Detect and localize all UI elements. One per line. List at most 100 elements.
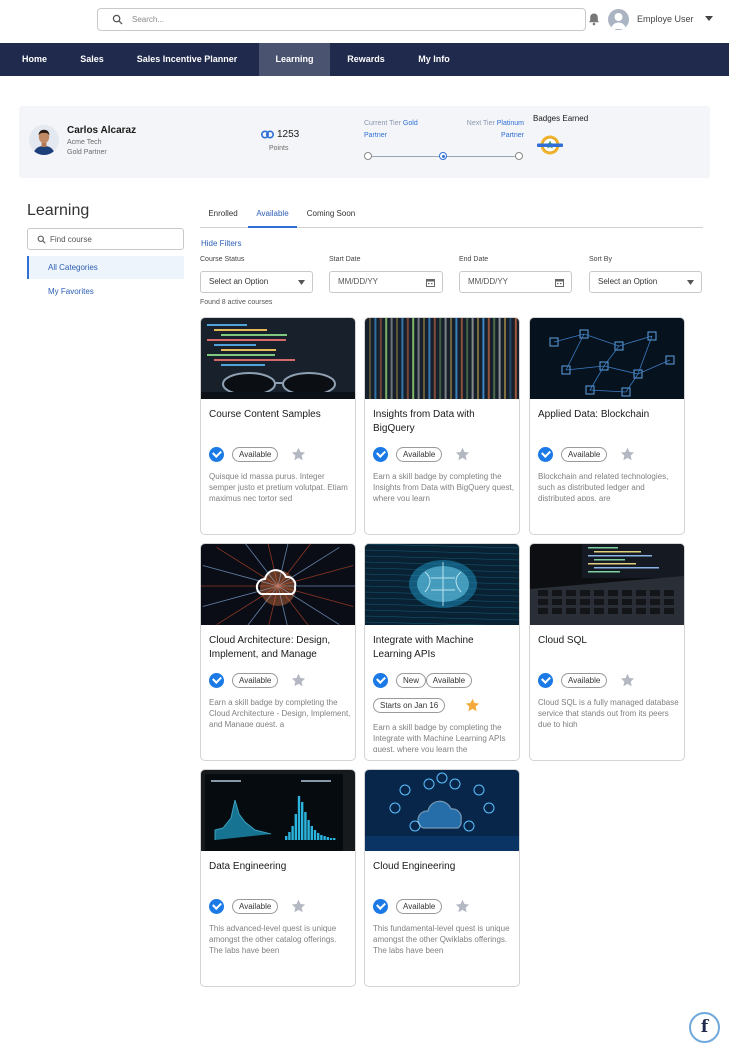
course-status-select[interactable]: Select an Option bbox=[200, 271, 313, 293]
nav-sales[interactable]: Sales bbox=[69, 43, 115, 76]
course-status-value: Select an Option bbox=[209, 277, 269, 286]
course-description: Earn a skill badge by completing the Int… bbox=[373, 723, 506, 752]
profile-summary: Carlos Alcaraz Acme Tech Gold Partner 12… bbox=[19, 106, 710, 178]
points-icon bbox=[261, 130, 274, 139]
course-title[interactable]: Integrate with Machine Learning APIs bbox=[373, 634, 513, 662]
course-image bbox=[365, 544, 519, 625]
course-description: Earn a skill badge by completing the Ins… bbox=[373, 472, 514, 501]
course-card[interactable]: Cloud Engineering Available This fundament… bbox=[364, 769, 520, 987]
nav-home[interactable]: Home bbox=[0, 43, 69, 76]
check-circle-icon bbox=[209, 899, 224, 914]
favorite-star-icon[interactable] bbox=[465, 698, 480, 713]
course-description: Earn a skill badge by completing the Clo… bbox=[209, 698, 351, 727]
check-circle-icon bbox=[373, 447, 388, 462]
calendar-icon[interactable] bbox=[426, 278, 435, 287]
tab-coming-soon[interactable]: Coming Soon bbox=[300, 205, 362, 228]
points-value: 1253 bbox=[277, 129, 300, 140]
course-image bbox=[365, 770, 519, 851]
tier-step-start bbox=[364, 152, 372, 160]
current-tier-label: Current Tier bbox=[364, 120, 401, 127]
start-date-label: Start Date bbox=[329, 256, 361, 263]
favorite-star-icon[interactable] bbox=[291, 447, 306, 462]
course-status-row: New Available bbox=[373, 673, 515, 689]
nav-my-info[interactable]: My Info bbox=[402, 43, 466, 76]
favorite-star-icon[interactable] bbox=[455, 447, 470, 462]
course-search-input[interactable] bbox=[50, 232, 180, 246]
check-circle-icon bbox=[373, 899, 388, 914]
main-nav: Home Sales Sales Incentive Planner Learn… bbox=[0, 43, 729, 76]
tier-step-next bbox=[515, 152, 523, 160]
user-name[interactable]: Employe User bbox=[637, 14, 694, 24]
check-circle-icon bbox=[209, 673, 224, 688]
course-card[interactable]: Applied Data: Blockchain Available Blockch… bbox=[529, 317, 685, 535]
course-card[interactable]: Integrate with Machine Learning APIs New A… bbox=[364, 543, 520, 761]
course-image bbox=[530, 544, 684, 625]
sort-by-value: Select an Option bbox=[598, 277, 658, 286]
calendar-icon[interactable] bbox=[555, 278, 564, 287]
course-title[interactable]: Cloud Architecture: Design, Implement, a… bbox=[209, 634, 349, 662]
course-card[interactable]: Insights from Data with BigQuery Availabl… bbox=[364, 317, 520, 535]
course-search[interactable] bbox=[27, 228, 184, 250]
start-date-chip: Starts on Jan 16 bbox=[373, 698, 446, 713]
check-circle-icon bbox=[373, 673, 388, 688]
favorite-star-icon[interactable] bbox=[620, 447, 635, 462]
status-chip: Available bbox=[232, 673, 279, 688]
bell-icon[interactable] bbox=[587, 12, 601, 26]
person-photo-icon bbox=[29, 125, 59, 155]
next-tier-label: Next Tier bbox=[466, 120, 495, 127]
global-search[interactable] bbox=[97, 8, 586, 31]
caret-down-icon bbox=[298, 280, 305, 285]
course-title[interactable]: Cloud Engineering bbox=[373, 860, 513, 874]
course-image bbox=[201, 544, 355, 625]
sort-by-select[interactable]: Select an Option bbox=[589, 271, 702, 293]
nav-rewards[interactable]: Rewards bbox=[330, 43, 402, 76]
course-status-row: Available bbox=[209, 673, 351, 689]
course-description: Quisque id massa purus. Integer semper j… bbox=[209, 472, 348, 501]
chevron-down-icon[interactable] bbox=[705, 16, 713, 22]
course-tabs: Enrolled Available Coming Soon bbox=[200, 205, 703, 228]
course-title[interactable]: Insights from Data with BigQuery bbox=[373, 408, 513, 436]
course-status-row: Available bbox=[373, 447, 515, 463]
profile-company: Acme Tech bbox=[67, 139, 102, 146]
tab-enrolled[interactable]: Enrolled bbox=[200, 205, 246, 228]
course-title[interactable]: Applied Data: Blockchain bbox=[538, 408, 678, 422]
tier-step-current bbox=[439, 152, 447, 160]
check-circle-icon bbox=[209, 447, 224, 462]
favorite-star-icon[interactable] bbox=[291, 673, 306, 688]
help-button[interactable]: f bbox=[689, 1012, 720, 1043]
favorite-star-icon[interactable] bbox=[620, 673, 635, 688]
course-card[interactable]: Cloud SQL Available Cloud SQL is a fully m… bbox=[529, 543, 685, 761]
course-card[interactable]: Data Engineering Available This advanced-l… bbox=[200, 769, 356, 987]
course-status-row: Available bbox=[209, 447, 351, 463]
current-tier: Current Tier Gold Partner bbox=[364, 118, 444, 142]
status-chip: Available bbox=[561, 447, 608, 462]
favorite-star-icon[interactable] bbox=[291, 899, 306, 914]
course-title[interactable]: Cloud SQL bbox=[538, 634, 678, 648]
badge-icon[interactable] bbox=[536, 134, 564, 156]
sidebar-item-my-favorites[interactable]: My Favorites bbox=[27, 280, 184, 303]
course-title[interactable]: Data Engineering bbox=[209, 860, 349, 874]
favorite-star-icon[interactable] bbox=[455, 899, 470, 914]
course-card[interactable]: Cloud Architecture: Design, Implement, a… bbox=[200, 543, 356, 761]
status-chip: New bbox=[396, 673, 427, 688]
course-description: This advanced-level quest is unique amon… bbox=[209, 924, 337, 953]
start-date-input[interactable]: MM/DD/YY bbox=[329, 271, 443, 293]
end-date-input[interactable]: MM/DD/YY bbox=[459, 271, 572, 293]
hide-filters-link[interactable]: Hide Filters bbox=[201, 239, 241, 248]
user-avatar[interactable] bbox=[608, 9, 629, 30]
next-tier: Next Tier Platinum Partner bbox=[444, 118, 524, 142]
global-search-input[interactable] bbox=[132, 12, 572, 27]
status-chip: Available bbox=[561, 673, 608, 688]
badges-earned-label: Badges Earned bbox=[533, 114, 589, 123]
tab-available[interactable]: Available bbox=[248, 205, 297, 228]
course-date-row: Starts on Jan 16 bbox=[373, 698, 515, 714]
results-count: Found 8 active courses bbox=[200, 299, 273, 306]
next-tier-value: Platinum bbox=[496, 120, 524, 127]
nav-sales-incentive-planner[interactable]: Sales Incentive Planner bbox=[115, 43, 259, 76]
course-image bbox=[530, 318, 684, 399]
course-title[interactable]: Course Content Samples bbox=[209, 408, 349, 422]
start-date-placeholder: MM/DD/YY bbox=[338, 277, 378, 286]
course-card[interactable]: Course Content Samples Available Quisque i… bbox=[200, 317, 356, 535]
nav-learning[interactable]: Learning bbox=[259, 43, 330, 76]
sidebar-item-all-categories[interactable]: All Categories bbox=[27, 256, 184, 279]
